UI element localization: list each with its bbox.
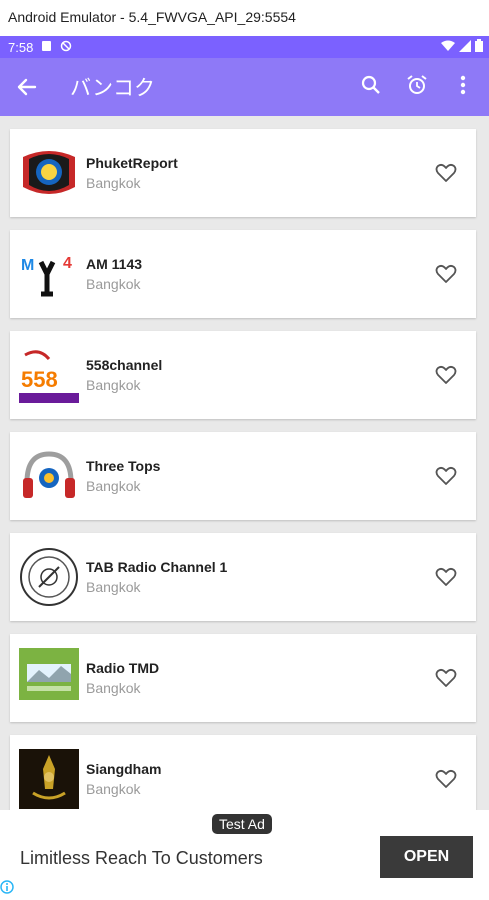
- station-name: Siangdham: [86, 761, 162, 777]
- heart-icon[interactable]: [434, 666, 458, 690]
- app-bar: バンコク: [0, 58, 489, 116]
- station-name: PhuketReport: [86, 155, 178, 171]
- ad-info-icon[interactable]: [0, 880, 14, 899]
- station-card[interactable]: 558 558channel Bangkok: [10, 331, 476, 419]
- station-card[interactable]: M4 AM 1143 Bangkok: [10, 230, 476, 318]
- heart-icon[interactable]: [434, 767, 458, 791]
- svg-text:558: 558: [21, 367, 58, 392]
- station-list: PhuketReport Bangkok M4 AM 1143 Bangkok …: [0, 116, 489, 810]
- ad-open-button[interactable]: OPEN: [380, 836, 473, 878]
- more-options-icon[interactable]: [445, 75, 481, 95]
- heart-icon[interactable]: [434, 464, 458, 488]
- wifi-icon: [441, 40, 455, 55]
- ad-headline[interactable]: Limitless Reach To Customers: [20, 848, 263, 869]
- status-bar: 7:58: [0, 36, 489, 58]
- station-name: AM 1143: [86, 256, 143, 272]
- back-arrow-icon[interactable]: [0, 78, 54, 96]
- police-badge-logo: [19, 143, 79, 203]
- weather-radio-logo: [19, 648, 79, 708]
- heart-icon[interactable]: [434, 363, 458, 387]
- station-location: Bangkok: [86, 680, 141, 696]
- station-location: Bangkok: [86, 276, 141, 292]
- blocked-icon: [60, 40, 72, 55]
- heart-icon[interactable]: [434, 262, 458, 286]
- page-title: バンコク: [70, 77, 156, 100]
- station-name: TAB Radio Channel 1: [86, 559, 228, 575]
- signal-icon: [459, 39, 471, 55]
- notification-icon: [41, 40, 52, 55]
- headphones-logo: [19, 446, 79, 506]
- heart-icon[interactable]: [434, 161, 458, 185]
- battery-icon: [475, 39, 483, 55]
- ad-banner[interactable]: Test Ad Limitless Reach To Customers OPE…: [0, 810, 489, 900]
- svg-text:4: 4: [63, 255, 72, 272]
- am1143-logo: M4: [19, 244, 79, 304]
- status-time: 7:58: [8, 39, 34, 55]
- station-name: Radio TMD: [86, 660, 160, 676]
- window-title: Android Emulator - 5.4_FWVGA_API_29:5554: [0, 0, 489, 36]
- station-card[interactable]: Siangdham Bangkok: [10, 735, 476, 810]
- test-ad-badge: Test Ad: [212, 814, 272, 834]
- station-card[interactable]: Three Tops Bangkok: [10, 432, 476, 520]
- search-icon[interactable]: [353, 75, 389, 95]
- station-location: Bangkok: [86, 781, 141, 797]
- station-card[interactable]: TAB Radio Channel 1 Bangkok: [10, 533, 476, 621]
- 558-banner-logo: 558: [19, 345, 79, 405]
- station-name: Three Tops: [86, 458, 161, 474]
- station-location: Bangkok: [86, 478, 141, 494]
- round-stamp-logo: [19, 547, 79, 607]
- alarm-clock-icon[interactable]: [399, 74, 435, 96]
- station-card[interactable]: Radio TMD Bangkok: [10, 634, 476, 722]
- heart-icon[interactable]: [434, 565, 458, 589]
- station-location: Bangkok: [86, 175, 141, 191]
- station-card[interactable]: PhuketReport Bangkok: [10, 129, 476, 217]
- station-location: Bangkok: [86, 377, 141, 393]
- svg-text:M: M: [21, 257, 34, 274]
- station-name: 558channel: [86, 357, 163, 373]
- emblem-logo: [19, 749, 79, 809]
- station-location: Bangkok: [86, 579, 141, 595]
